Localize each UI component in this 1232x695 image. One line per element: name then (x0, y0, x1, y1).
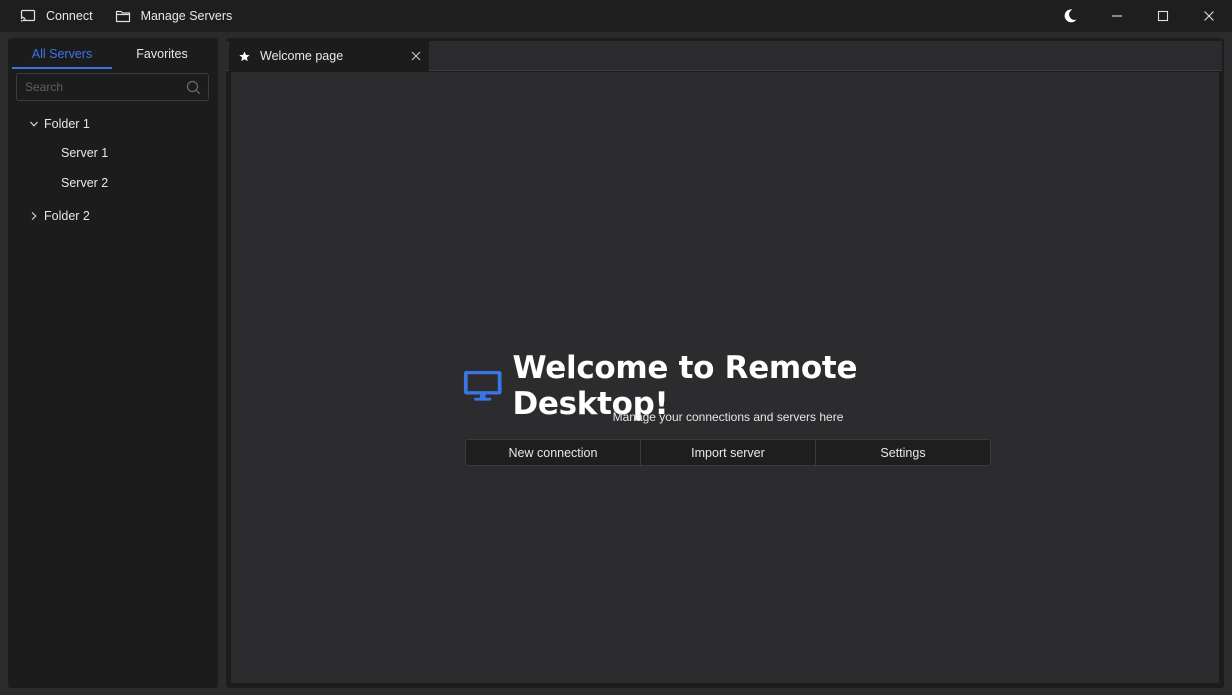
connect-label: Connect (46, 9, 93, 23)
connect-button[interactable]: Connect (0, 0, 103, 32)
welcome-content: Welcome to Remote Desktop! Manage your c… (231, 72, 1219, 683)
server-tree: Folder 1 Server 1 Server 2 Folder 2 (8, 110, 218, 230)
settings-button[interactable]: Settings (815, 440, 990, 465)
close-icon (1204, 11, 1214, 21)
server-sidebar: All Servers Favorites Folder 1 Server 1 … (8, 38, 218, 688)
welcome-section: Welcome to Remote Desktop! Manage your c… (463, 350, 993, 466)
maximize-icon (1157, 10, 1169, 22)
window-controls (1050, 0, 1232, 32)
welcome-heading: Welcome to Remote Desktop! (463, 350, 993, 422)
tab-label: Welcome page (260, 49, 344, 63)
welcome-actions: New connection Import server Settings (465, 439, 991, 466)
star-icon (239, 50, 250, 61)
theme-toggle-button[interactable] (1050, 0, 1090, 32)
search-input[interactable] (17, 74, 177, 100)
chevron-down-icon (30, 121, 38, 127)
tree-folder-2[interactable]: Folder 2 (8, 202, 218, 230)
minimize-button[interactable] (1094, 0, 1140, 32)
tab-favorites[interactable]: Favorites (112, 38, 212, 69)
server-label: Server 2 (61, 176, 109, 190)
moon-icon (1064, 9, 1077, 23)
close-window-button[interactable] (1186, 0, 1232, 32)
tab-welcome-page[interactable]: Welcome page (229, 41, 429, 71)
import-server-button[interactable]: Import server (640, 440, 815, 465)
tree-server-1[interactable]: Server 1 (8, 138, 218, 168)
new-connection-button[interactable]: New connection (466, 440, 640, 465)
tree-folder-1[interactable]: Folder 1 (8, 110, 218, 138)
folder-label: Folder 2 (44, 209, 90, 223)
title-bar: Connect Manage Servers (0, 0, 1232, 32)
sidebar-tabs: All Servers Favorites (8, 38, 218, 70)
tab-all-servers[interactable]: All Servers (12, 38, 112, 69)
tab-bar: Welcome page (226, 41, 1222, 71)
folder-label: Folder 1 (44, 117, 90, 131)
monitor-icon (463, 370, 502, 401)
maximize-button[interactable] (1140, 0, 1186, 32)
manage-servers-label: Manage Servers (140, 9, 233, 23)
search-icon[interactable] (186, 80, 201, 95)
cast-icon (20, 9, 36, 22)
manage-servers-button[interactable]: Manage Servers (103, 0, 243, 32)
tree-server-2[interactable]: Server 2 (8, 168, 218, 198)
minimize-icon (1112, 15, 1122, 17)
folder-icon (115, 10, 130, 23)
chevron-right-icon (31, 212, 37, 220)
server-label: Server 1 (61, 146, 109, 160)
close-tab-icon[interactable] (411, 51, 421, 61)
welcome-subtitle: Manage your connections and servers here (612, 410, 844, 424)
search-box (16, 73, 209, 101)
main-panel: Welcome page Welcome to Remote Desktop! … (226, 38, 1224, 688)
